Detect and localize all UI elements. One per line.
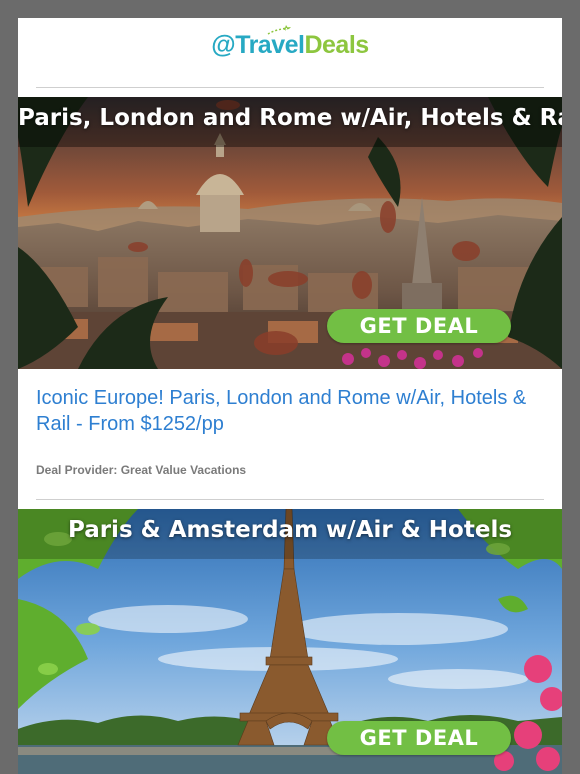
deal-1-hero[interactable]: Paris, London and Rome w/Air, Hotels & R… xyxy=(18,97,562,369)
deal-1-details: Iconic Europe! Paris, London and Rome w/… xyxy=(18,369,562,477)
get-deal-button-1[interactable]: GET DEAL xyxy=(327,309,511,343)
logo-deals: Deals xyxy=(304,31,369,59)
deal-1-headline-link[interactable]: Iconic Europe! Paris, London and Rome w/… xyxy=(36,385,544,437)
header-divider xyxy=(36,87,544,88)
deal-1-banner-title: Paris, London and Rome w/Air, Hotels & R… xyxy=(18,105,562,131)
deal-1-provider: Deal Provider: Great Value Vacations xyxy=(36,463,247,477)
get-deal-button-2[interactable]: GET DEAL xyxy=(327,721,511,755)
logo-at: @ xyxy=(211,31,236,59)
email-body: @TravelDeals Paris, London and Rome w/Ai… xyxy=(18,18,562,774)
deal-2-hero[interactable]: Paris & Amsterdam w/Air & Hotels GET DEA… xyxy=(18,509,562,774)
header: @TravelDeals xyxy=(18,18,562,88)
deal-divider xyxy=(36,499,544,500)
deal-2-banner-title: Paris & Amsterdam w/Air & Hotels xyxy=(67,517,513,543)
airplane-icon xyxy=(267,25,291,35)
travel-deals-logo[interactable]: @TravelDeals xyxy=(18,25,562,60)
